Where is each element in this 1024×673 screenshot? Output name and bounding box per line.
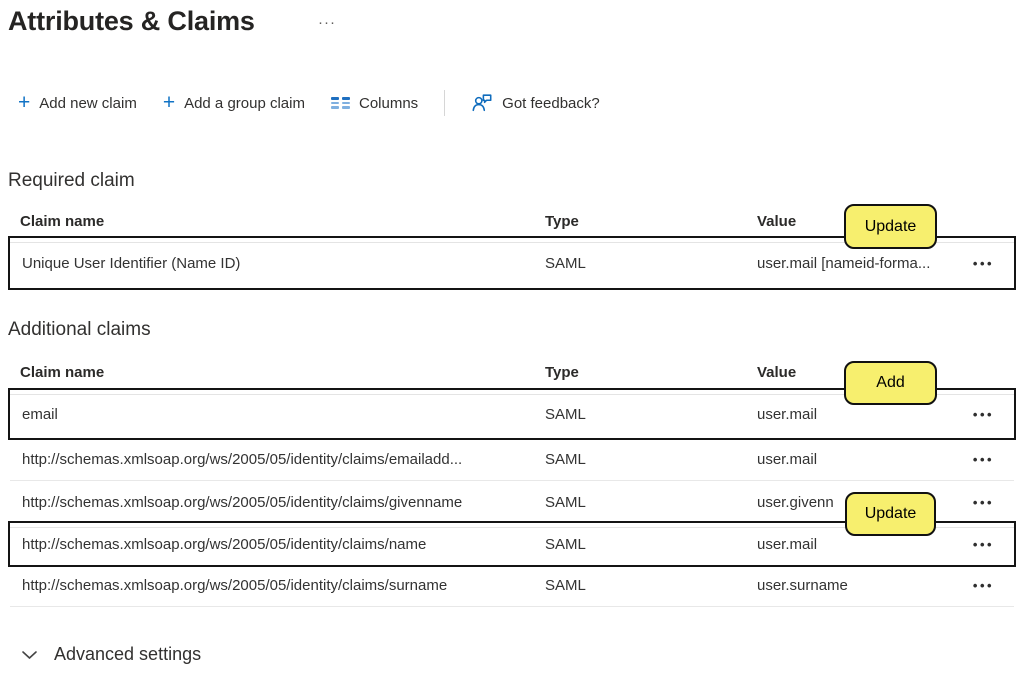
row-more-menu-icon[interactable]: ••• bbox=[953, 452, 1014, 467]
column-header-claim-name[interactable]: Claim name bbox=[10, 364, 545, 381]
table-row-emailaddress[interactable]: http://schemas.xmlsoap.org/ws/2005/05/id… bbox=[10, 438, 1014, 481]
plus-icon: + bbox=[18, 92, 30, 113]
claim-name-cell: http://schemas.xmlsoap.org/ws/2005/05/id… bbox=[10, 494, 545, 511]
advanced-settings-label: Advanced settings bbox=[54, 644, 201, 665]
claim-value-cell: user.mail [nameid-forma... bbox=[757, 255, 953, 272]
chevron-down-icon bbox=[22, 650, 37, 660]
column-header-type[interactable]: Type bbox=[545, 213, 757, 230]
claim-name-cell: http://schemas.xmlsoap.org/ws/2005/05/id… bbox=[10, 536, 545, 553]
add-group-claim-label: Add a group claim bbox=[184, 95, 305, 112]
additional-claims-heading: Additional claims bbox=[8, 319, 151, 341]
row-more-menu-icon[interactable]: ••• bbox=[953, 495, 1014, 510]
page-title: Attributes & Claims bbox=[8, 6, 255, 37]
command-bar: + Add new claim + Add a group claim Colu… bbox=[18, 88, 600, 118]
claim-type-cell: SAML bbox=[545, 406, 757, 423]
annotation-add-email: Add bbox=[844, 361, 937, 405]
annotation-update-required: Update bbox=[844, 204, 937, 249]
feedback-icon bbox=[471, 92, 493, 114]
columns-button[interactable]: Columns bbox=[331, 95, 418, 112]
claim-type-cell: SAML bbox=[545, 451, 757, 468]
columns-label: Columns bbox=[359, 95, 418, 112]
plus-icon: + bbox=[163, 92, 175, 113]
annotation-update-name: Update bbox=[845, 492, 936, 536]
got-feedback-button[interactable]: Got feedback? bbox=[471, 92, 600, 114]
claim-type-cell: SAML bbox=[545, 494, 757, 511]
advanced-settings-toggle[interactable]: Advanced settings bbox=[22, 644, 201, 665]
claim-name-cell: http://schemas.xmlsoap.org/ws/2005/05/id… bbox=[10, 451, 545, 468]
add-new-claim-label: Add new claim bbox=[39, 95, 137, 112]
claim-value-cell: user.surname bbox=[757, 577, 953, 594]
claim-type-cell: SAML bbox=[545, 255, 757, 272]
claim-type-cell: SAML bbox=[545, 577, 757, 594]
toolbar-divider bbox=[444, 90, 445, 116]
table-row-surname[interactable]: http://schemas.xmlsoap.org/ws/2005/05/id… bbox=[10, 565, 1014, 607]
claim-value-cell: user.mail bbox=[757, 451, 953, 468]
column-header-claim-name[interactable]: Claim name bbox=[10, 213, 545, 230]
row-more-menu-icon[interactable]: ••• bbox=[953, 407, 1014, 422]
claim-value-cell: user.mail bbox=[757, 406, 953, 423]
add-new-claim-button[interactable]: + Add new claim bbox=[18, 94, 137, 113]
got-feedback-label: Got feedback? bbox=[502, 95, 600, 112]
claim-name-cell: http://schemas.xmlsoap.org/ws/2005/05/id… bbox=[10, 577, 545, 594]
column-header-type[interactable]: Type bbox=[545, 364, 757, 381]
claim-name-cell: email bbox=[10, 406, 545, 423]
add-group-claim-button[interactable]: + Add a group claim bbox=[163, 94, 305, 113]
required-claim-heading: Required claim bbox=[8, 170, 135, 192]
row-more-menu-icon[interactable]: ••• bbox=[953, 537, 1014, 552]
claim-name-cell: Unique User Identifier (Name ID) bbox=[10, 255, 545, 272]
row-more-menu-icon[interactable]: ••• bbox=[953, 256, 1014, 271]
claim-type-cell: SAML bbox=[545, 536, 757, 553]
title-more-menu-icon[interactable]: ··· bbox=[318, 14, 336, 31]
row-more-menu-icon[interactable]: ••• bbox=[953, 578, 1014, 593]
claim-value-cell: user.mail bbox=[757, 536, 953, 553]
columns-icon bbox=[331, 97, 350, 109]
